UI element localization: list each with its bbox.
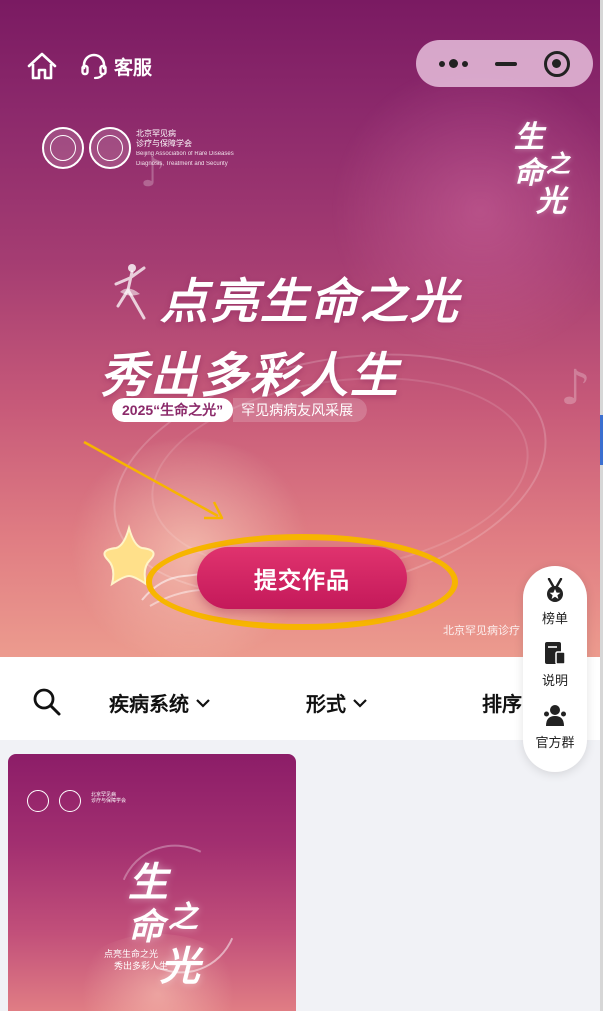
minimize-icon[interactable]	[494, 61, 517, 66]
group-icon	[543, 705, 566, 726]
org-logo-icon	[42, 127, 84, 169]
card-brand-char: 之	[168, 901, 198, 934]
org-logo-icon	[59, 790, 81, 812]
filter-format[interactable]: 形式	[306, 688, 368, 717]
org-logo-icon	[27, 790, 49, 812]
card-sub-line1: 点亮生命之光	[104, 949, 159, 959]
hero-title-line1: 点亮生命之光	[160, 276, 461, 329]
filter-label: 形式	[306, 694, 346, 716]
side-item-label: 榜单	[541, 611, 568, 626]
org-logo-icon	[89, 127, 131, 169]
hero-subtitle: 2025“生命之光” 罕见病病友风采展	[112, 398, 368, 422]
submit-work-button[interactable]: 提交作品	[197, 547, 407, 609]
hero-banner: ♪ ♪ 客服 北京罕见病 诊疗与保障学会 Beijing Association…	[0, 0, 603, 657]
customer-service-label: 客服	[114, 57, 153, 79]
org-name-en: Beijing Association of Rare Diseases	[136, 151, 234, 157]
hero-footer-note: 北京罕见病诊疗	[443, 625, 520, 637]
close-target-icon[interactable]	[543, 50, 570, 77]
search-icon[interactable]	[32, 687, 62, 717]
headset-icon	[81, 53, 107, 80]
org-name-cn: 北京罕见病	[136, 129, 176, 138]
subtitle-rest: 罕见病病友风采展	[233, 398, 368, 422]
card-org-name: 北京罕见病 诊疗与保障学会	[91, 792, 126, 804]
org-name: 北京罕见病 诊疗与保障学会 Beijing Association of Rar…	[136, 129, 234, 169]
side-item-official-group[interactable]: 官方群	[535, 702, 575, 764]
home-icon[interactable]	[26, 50, 58, 82]
medal-icon	[546, 578, 563, 602]
chevron-down-icon	[353, 698, 367, 708]
card-subtitle: 点亮生命之光 秀出多彩人生	[104, 948, 168, 972]
subtitle-year: 2025“生命之光”	[112, 398, 234, 422]
side-item-label: 官方群	[535, 735, 575, 750]
brand-char: 光	[536, 185, 566, 218]
more-menu-icon[interactable]	[439, 59, 469, 68]
arrow-annotation-icon	[83, 440, 224, 520]
side-item-ranking[interactable]: 榜单	[542, 578, 568, 640]
miniprogram-capsule	[416, 40, 593, 87]
brand-logo: 生 命 之 光	[500, 112, 590, 222]
filter-label: 排序	[482, 694, 522, 716]
chevron-down-icon	[196, 698, 210, 708]
dancer-icon	[114, 264, 146, 320]
side-float-menu: 榜单 说明 官方群	[523, 566, 587, 772]
work-card[interactable]: 北京罕见病 诊疗与保障学会 生 命 之 光 点亮生命之光 秀出多彩人生	[8, 754, 296, 1011]
side-item-label: 说明	[541, 673, 568, 688]
org-name-en2: Diagnosis, Treatment and Security	[136, 161, 228, 167]
music-note-icon: ♪	[560, 360, 591, 416]
filter-sort[interactable]: 排序	[482, 688, 522, 717]
filter-label: 疾病系统	[109, 694, 189, 716]
brand-char: 之	[546, 152, 570, 178]
hero-title-line2: 秀出多彩人生	[100, 350, 401, 403]
card-brand-char: 命	[128, 907, 165, 947]
document-icon	[544, 642, 566, 665]
card-org-name-cn2: 诊疗与保障学会	[91, 798, 127, 804]
org-name-cn2: 诊疗与保障学会	[136, 139, 192, 148]
customer-service-button[interactable]: 客服	[80, 52, 152, 80]
page: ♪ ♪ 客服 北京罕见病 诊疗与保障学会 Beijing Association…	[0, 0, 603, 1011]
side-item-instructions[interactable]: 说明	[542, 640, 568, 702]
card-sub-line2: 秀出多彩人生	[114, 961, 169, 971]
filter-disease-system[interactable]: 疾病系统	[109, 688, 211, 717]
